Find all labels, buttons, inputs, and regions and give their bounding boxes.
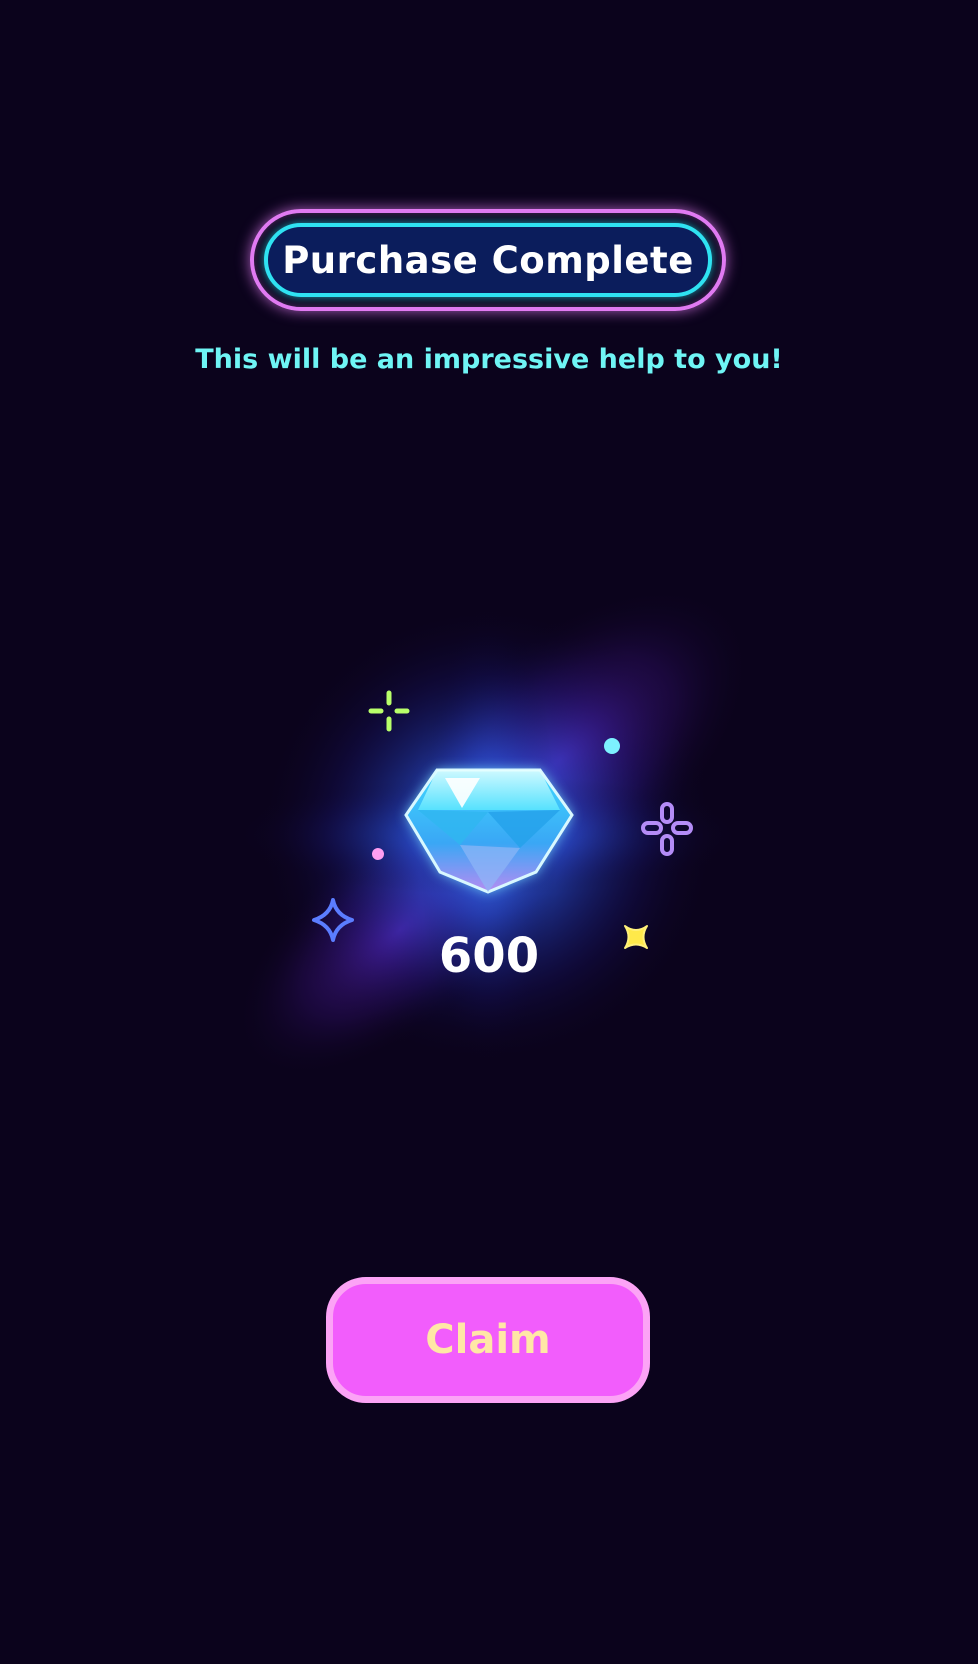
reward-display (228, 585, 753, 1078)
claim-button[interactable]: Claim (326, 1277, 650, 1403)
reward-amount: 600 (438, 928, 540, 984)
purchase-complete-screen: Purchase Complete This will be an impres… (0, 0, 978, 1664)
sparkle-dot-cyan (604, 738, 620, 754)
sparkle-dot-pink (372, 848, 384, 860)
claim-button-label: Claim (425, 1317, 551, 1363)
